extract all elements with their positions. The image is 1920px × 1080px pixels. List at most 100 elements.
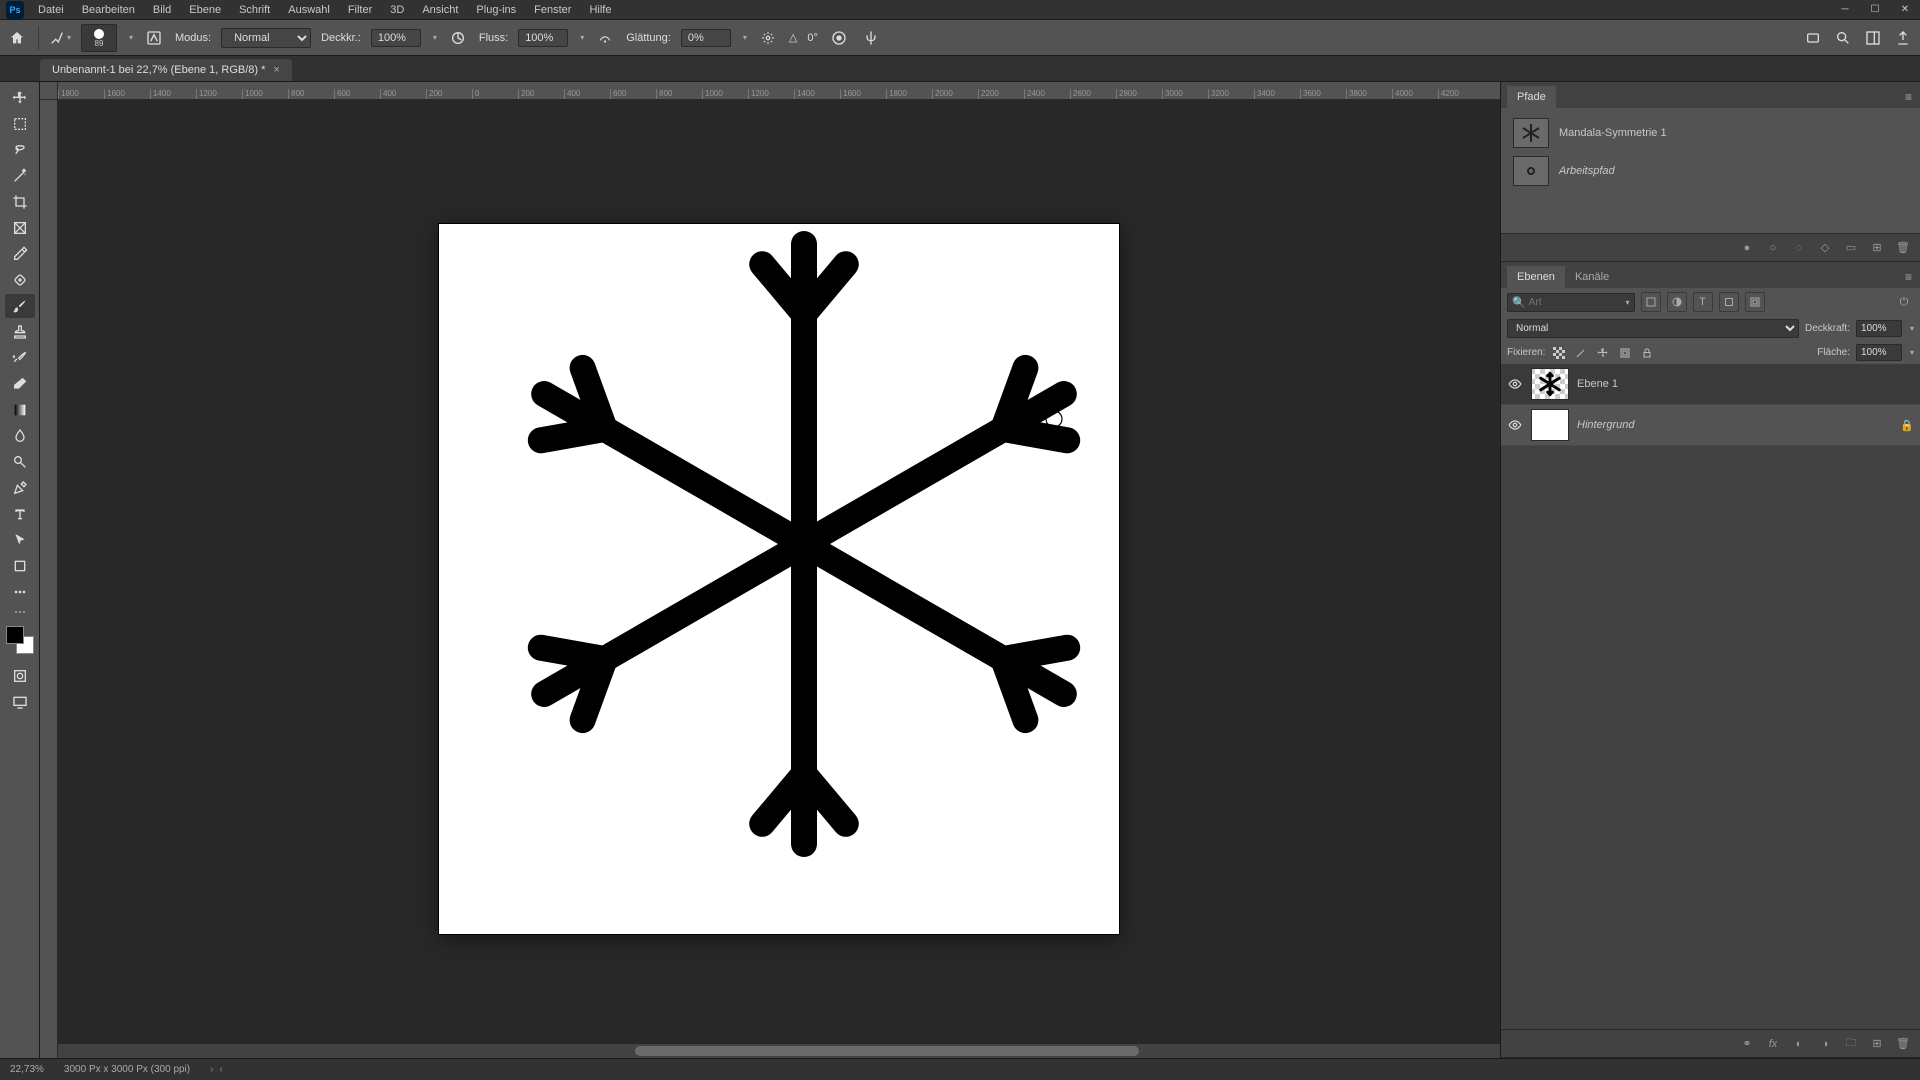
delete-path-icon[interactable]: 🗑 (1894, 239, 1912, 257)
filter-toggle[interactable]: ⏻ (1894, 292, 1914, 312)
chevron-down-icon[interactable]: ▾ (1910, 348, 1914, 357)
tool-preset-icon[interactable]: ▾ (49, 27, 71, 49)
ruler-origin[interactable] (40, 82, 58, 100)
frame-tool[interactable] (5, 216, 35, 240)
layer-blend-select[interactable]: Normal (1507, 319, 1799, 338)
lock-position-icon[interactable] (1595, 345, 1611, 361)
menu-datei[interactable]: Datei (30, 1, 72, 19)
home-button[interactable] (6, 27, 28, 49)
history-brush-tool[interactable] (5, 346, 35, 370)
layer-hintergrund[interactable]: Hintergrund 🔒 (1501, 405, 1920, 446)
chevron-down-icon[interactable]: ▾ (580, 33, 584, 42)
brush-tool[interactable] (5, 294, 35, 318)
layer-search[interactable]: 🔍 ▾ (1507, 293, 1635, 312)
document-tab[interactable]: Unbenannt-1 bei 22,7% (Ebene 1, RGB/8) *… (40, 59, 292, 81)
layer-mask-icon[interactable]: ◐ (1790, 1035, 1808, 1053)
gradient-tool[interactable] (5, 398, 35, 422)
pressure-opacity-icon[interactable] (447, 27, 469, 49)
smoothing-input[interactable] (681, 29, 731, 47)
layer-group-icon[interactable]: 🗀 (1842, 1035, 1860, 1053)
filter-pixel-icon[interactable] (1641, 292, 1661, 312)
selection-from-path-icon[interactable]: ◌ (1790, 239, 1808, 257)
filter-type-icon[interactable]: T (1693, 292, 1713, 312)
marquee-tool[interactable] (5, 112, 35, 136)
smoothing-options-icon[interactable] (757, 27, 779, 49)
menu-auswahl[interactable]: Auswahl (280, 1, 338, 19)
eyedropper-tool[interactable] (5, 242, 35, 266)
menu-3d[interactable]: 3D (382, 1, 412, 19)
menu-ansicht[interactable]: Ansicht (414, 1, 466, 19)
dodge-tool[interactable] (5, 450, 35, 474)
add-mask-icon[interactable]: ▭ (1842, 239, 1860, 257)
channels-tab[interactable]: Kanäle (1565, 266, 1619, 288)
menu-bearbeiten[interactable]: Bearbeiten (74, 1, 143, 19)
filter-smart-icon[interactable] (1745, 292, 1765, 312)
artboard[interactable] (439, 224, 1119, 934)
menu-schrift[interactable]: Schrift (231, 1, 278, 19)
path-to-shape-icon[interactable]: ◇ (1816, 239, 1834, 257)
workspace-icon[interactable] (1862, 27, 1884, 49)
chevron-down-icon[interactable]: ▾ (433, 33, 437, 42)
angle-value[interactable]: 0° (807, 32, 818, 44)
lock-transparent-icon[interactable] (1551, 345, 1567, 361)
status-chevron-right[interactable]: › (210, 1064, 213, 1075)
brush-preset-picker[interactable]: 89 (81, 24, 117, 52)
lock-all-icon[interactable] (1639, 345, 1655, 361)
menu-filter[interactable]: Filter (340, 1, 380, 19)
move-tool[interactable] (5, 86, 35, 110)
blur-tool[interactable] (5, 424, 35, 448)
healing-tool[interactable] (5, 268, 35, 292)
scrollbar-thumb[interactable] (635, 1046, 1140, 1056)
menu-hilfe[interactable]: Hilfe (581, 1, 619, 19)
adjustment-layer-icon[interactable]: ◑ (1816, 1035, 1834, 1053)
minimize-button[interactable]: ─ (1830, 0, 1860, 20)
opacity-input[interactable] (371, 29, 421, 47)
layer-fx-icon[interactable]: fx (1764, 1035, 1782, 1053)
fill-path-icon[interactable]: ● (1738, 239, 1756, 257)
path-item-mandala[interactable]: Mandala-Symmetrie 1 (1507, 114, 1914, 152)
chevron-down-icon[interactable]: ▾ (743, 33, 747, 42)
more-tools[interactable] (5, 580, 35, 604)
quickmask-tool[interactable] (5, 664, 35, 688)
menu-fenster[interactable]: Fenster (526, 1, 579, 19)
path-item-workpath[interactable]: Arbeitspfad (1507, 152, 1914, 190)
layer-filter-input[interactable] (1529, 297, 1624, 308)
layer-name[interactable]: Ebene 1 (1577, 378, 1618, 390)
pen-tool[interactable] (5, 476, 35, 500)
lock-icon[interactable]: 🔒 (1900, 419, 1914, 432)
crop-tool[interactable] (5, 190, 35, 214)
visibility-toggle[interactable] (1507, 376, 1523, 392)
layer-thumbnail[interactable] (1531, 409, 1569, 441)
layer-name[interactable]: Hintergrund (1577, 419, 1634, 431)
flow-input[interactable] (518, 29, 568, 47)
paths-tab[interactable]: Pfade (1507, 86, 1556, 108)
canvas-viewport[interactable] (58, 100, 1500, 1058)
shape-tool[interactable] (5, 554, 35, 578)
filter-adjust-icon[interactable] (1667, 292, 1687, 312)
delete-layer-icon[interactable]: 🗑 (1894, 1035, 1912, 1053)
panel-menu-icon[interactable]: ≡ (1897, 266, 1920, 288)
zoom-level[interactable]: 22,73% (10, 1064, 44, 1075)
visibility-toggle[interactable] (1507, 417, 1523, 433)
lasso-tool[interactable] (5, 138, 35, 162)
layers-tab[interactable]: Ebenen (1507, 266, 1565, 288)
blend-mode-select[interactable]: Normal (221, 28, 311, 48)
chevron-down-icon[interactable]: ▾ (129, 33, 133, 42)
eraser-tool[interactable] (5, 372, 35, 396)
layer-opacity-input[interactable] (1856, 320, 1902, 337)
chevron-down-icon[interactable]: ▾ (1625, 298, 1629, 307)
symmetry-icon[interactable] (860, 27, 882, 49)
type-tool[interactable] (5, 502, 35, 526)
path-select-tool[interactable] (5, 528, 35, 552)
airbrush-icon[interactable] (594, 27, 616, 49)
brush-settings-icon[interactable] (143, 27, 165, 49)
close-button[interactable]: ✕ (1890, 0, 1920, 20)
menu-ebene[interactable]: Ebene (181, 1, 229, 19)
search-icon[interactable] (1832, 27, 1854, 49)
screenmode-tool[interactable] (5, 690, 35, 714)
doc-dimensions[interactable]: 3000 Px x 3000 Px (300 ppi) (64, 1064, 190, 1075)
foreground-color[interactable] (6, 626, 24, 644)
ruler-horizontal[interactable]: 1800160014001200100080060040020002004006… (58, 82, 1500, 100)
lock-pixels-icon[interactable] (1573, 345, 1589, 361)
new-path-icon[interactable]: ⊞ (1868, 239, 1886, 257)
